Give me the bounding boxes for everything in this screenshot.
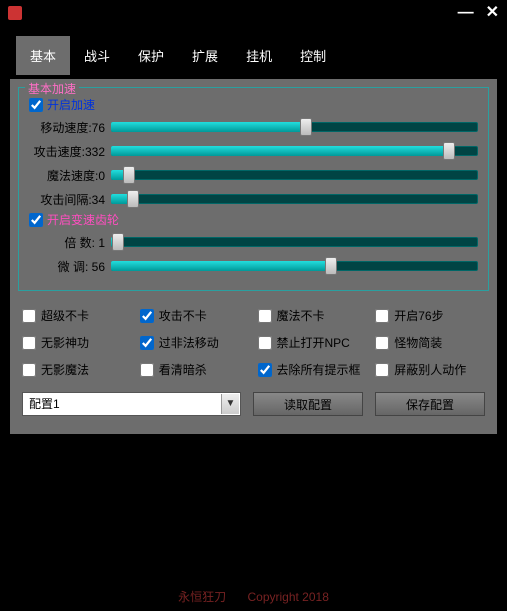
speed-fieldset: 基本加速 开启加速 移动速度:76攻击速度:332魔法速度:0攻击间隔:34 开… — [18, 87, 489, 291]
option-label: 屏蔽别人动作 — [394, 361, 466, 378]
option-5: 过非法移动 — [140, 334, 250, 351]
option-4: 无影神功 — [22, 334, 132, 351]
config-combo[interactable]: 配置1 ▼ — [22, 392, 241, 416]
slider-thumb[interactable] — [325, 257, 337, 275]
option-checkbox[interactable] — [140, 309, 154, 323]
slider-label: 攻击速度:332 — [29, 143, 111, 160]
slider-row: 微 调: 56 — [29, 254, 478, 278]
titlebar: — ✕ — [0, 0, 507, 26]
option-checkbox[interactable] — [258, 309, 272, 323]
slider-row: 移动速度:76 — [29, 115, 478, 139]
slider-label: 移动速度:76 — [29, 119, 111, 136]
option-checkbox[interactable] — [375, 363, 389, 377]
fieldset-legend: 基本加速 — [25, 80, 79, 97]
tab-1[interactable]: 战斗 — [70, 36, 124, 75]
slider-row: 攻击速度:332 — [29, 139, 478, 163]
option-label: 无影魔法 — [41, 361, 89, 378]
option-10: 去除所有提示框 — [258, 361, 368, 378]
option-checkbox[interactable] — [22, 309, 36, 323]
slider[interactable] — [111, 232, 478, 252]
option-checkbox[interactable] — [22, 336, 36, 350]
window-controls: — ✕ — [458, 5, 499, 21]
app-window: — ✕ 基本战斗保护扩展挂机控制 基本加速 开启加速 移动速度:76 攻击速度:3… — [0, 0, 507, 611]
minimize-button[interactable]: — — [458, 5, 474, 21]
slider-thumb[interactable] — [127, 190, 139, 208]
enable-gear-checkbox[interactable] — [29, 213, 43, 227]
footer-copy: Copyright 2018 — [247, 590, 328, 604]
option-label: 去除所有提示框 — [277, 361, 361, 378]
slider[interactable] — [111, 141, 478, 161]
slider-label: 魔法速度:0 — [29, 167, 111, 184]
option-0: 超级不卡 — [22, 307, 132, 324]
slider-thumb[interactable] — [300, 118, 312, 136]
option-11: 屏蔽别人动作 — [375, 361, 485, 378]
option-checkbox[interactable] — [258, 363, 272, 377]
option-checkbox[interactable] — [22, 363, 36, 377]
footer: 永恒狂刀 Copyright 2018 — [0, 588, 507, 605]
option-label: 怪物简装 — [394, 334, 442, 351]
option-label: 开启76步 — [394, 307, 443, 324]
slider[interactable] — [111, 189, 478, 209]
slider[interactable] — [111, 256, 478, 276]
slider-thumb[interactable] — [123, 166, 135, 184]
option-checkbox[interactable] — [140, 363, 154, 377]
config-row: 配置1 ▼ 读取配置 保存配置 — [18, 386, 489, 422]
slider-row: 魔法速度:0 — [29, 163, 478, 187]
option-6: 禁止打开NPC — [258, 334, 368, 351]
option-checkbox[interactable] — [375, 336, 389, 350]
slider-label: 攻击间隔:34 — [29, 191, 111, 208]
option-checkbox[interactable] — [140, 336, 154, 350]
slider-label: 倍 数: 1 — [29, 234, 111, 251]
combo-value: 配置1 — [29, 397, 60, 411]
read-config-button[interactable]: 读取配置 — [253, 392, 363, 416]
tab-bar: 基本战斗保护扩展挂机控制 — [0, 36, 507, 75]
close-button[interactable]: ✕ — [486, 5, 499, 21]
option-checkbox[interactable] — [375, 309, 389, 323]
slider[interactable] — [111, 165, 478, 185]
options-grid: 超级不卡 攻击不卡 魔法不卡 开启76步无影神功 过非法移动 禁止打开NPC 怪物简装无影魔… — [18, 299, 489, 386]
slider-thumb[interactable] — [112, 233, 124, 251]
tab-2[interactable]: 保护 — [124, 36, 178, 75]
option-2: 魔法不卡 — [258, 307, 368, 324]
option-checkbox[interactable] — [258, 336, 272, 350]
enable-speed-label: 开启加速 — [47, 96, 95, 113]
option-label: 看清暗杀 — [159, 361, 207, 378]
option-label: 无影神功 — [41, 334, 89, 351]
slider-row: 倍 数: 1 — [29, 230, 478, 254]
slider[interactable] — [111, 117, 478, 137]
tab-4[interactable]: 挂机 — [232, 36, 286, 75]
tab-5[interactable]: 控制 — [286, 36, 340, 75]
chevron-down-icon[interactable]: ▼ — [221, 394, 239, 414]
tab-0[interactable]: 基本 — [16, 36, 70, 75]
app-icon — [8, 6, 22, 20]
option-label: 攻击不卡 — [159, 307, 207, 324]
enable-gear-label: 开启变速齿轮 — [47, 211, 119, 228]
option-label: 超级不卡 — [41, 307, 89, 324]
option-7: 怪物简装 — [375, 334, 485, 351]
enable-speed-checkbox[interactable] — [29, 98, 43, 112]
option-label: 魔法不卡 — [277, 307, 325, 324]
content-panel: 基本加速 开启加速 移动速度:76 攻击速度:332 魔法速度:0 攻击间隔:34 开… — [10, 79, 497, 434]
option-1: 攻击不卡 — [140, 307, 250, 324]
slider-label: 微 调: 56 — [29, 258, 111, 275]
save-config-button[interactable]: 保存配置 — [375, 392, 485, 416]
slider-row: 攻击间隔:34 — [29, 187, 478, 211]
option-9: 看清暗杀 — [140, 361, 250, 378]
option-label: 禁止打开NPC — [277, 334, 350, 351]
option-label: 过非法移动 — [159, 334, 219, 351]
footer-brand: 永恒狂刀 — [178, 590, 226, 604]
slider-thumb[interactable] — [443, 142, 455, 160]
option-3: 开启76步 — [375, 307, 485, 324]
option-8: 无影魔法 — [22, 361, 132, 378]
tab-3[interactable]: 扩展 — [178, 36, 232, 75]
